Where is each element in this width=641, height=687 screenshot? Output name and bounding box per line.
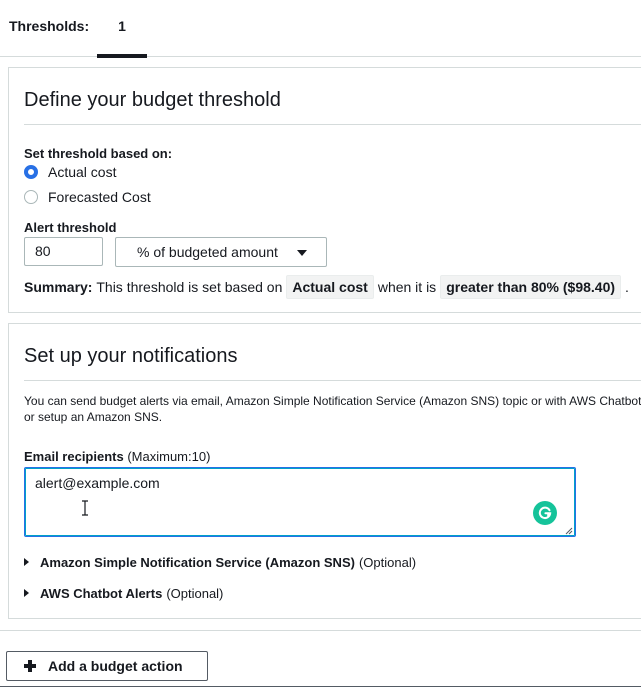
notifications-panel: Set up your notifications You can send b… — [8, 323, 641, 619]
thresholds-label: Thresholds: — [9, 18, 90, 34]
summary-text-2: when it is — [377, 279, 437, 295]
section-divider — [0, 630, 641, 631]
email-recipients-hint: (Maximum:10) — [127, 449, 211, 464]
grammarly-icon[interactable] — [533, 501, 557, 525]
plus-icon — [24, 660, 36, 672]
radio-actual-cost-label: Actual cost — [48, 164, 117, 180]
notifications-panel-title: Set up your notifications — [24, 345, 238, 367]
chatbot-expander-label: AWS Chatbot Alerts — [40, 585, 163, 601]
threshold-panel-divider — [24, 124, 641, 125]
chatbot-expander[interactable]: AWS Chatbot Alerts (Optional) — [24, 583, 223, 603]
notifications-description-line-2: or setup an Amazon SNS. — [24, 410, 163, 424]
resize-handle-icon[interactable] — [565, 527, 573, 535]
summary-text-1: This threshold is set based on — [96, 279, 283, 295]
email-recipients-input[interactable]: alert@example.com — [24, 467, 576, 537]
active-tab-indicator — [97, 54, 147, 58]
threshold-unit-value: % of budgeted amount — [137, 244, 278, 260]
caret-down-icon — [297, 250, 307, 256]
threshold-panel: Define your budget threshold Set thresho… — [8, 67, 641, 313]
notifications-description-line-1: You can send budget alerts via email, Am… — [24, 394, 641, 408]
sns-optional-hint: (Optional) — [358, 554, 417, 570]
alert-threshold-label: Alert threshold — [24, 220, 117, 235]
threshold-summary: Summary: This threshold is set based on … — [24, 274, 629, 300]
expand-triangle-icon — [24, 589, 29, 597]
radio-selected-icon — [24, 165, 38, 179]
expand-triangle-icon — [24, 558, 29, 566]
threshold-panel-title: Define your budget threshold — [24, 89, 281, 111]
tab-threshold-1[interactable]: 1 — [97, 0, 147, 58]
summary-chip-condition: greater than 80% ($98.40) — [440, 275, 622, 299]
radio-actual-cost[interactable]: Actual cost — [24, 162, 116, 182]
based-on-label: Set threshold based on: — [24, 146, 173, 161]
text-cursor-icon — [82, 500, 88, 516]
notifications-panel-divider — [24, 380, 641, 381]
email-recipients-label: Email recipients (Maximum:10) — [24, 449, 210, 464]
summary-chip-basis: Actual cost — [286, 275, 374, 299]
summary-end: . — [625, 279, 629, 295]
threshold-unit-select[interactable]: % of budgeted amount — [115, 237, 327, 267]
threshold-tabs: Thresholds: 1 — [0, 0, 641, 58]
chatbot-optional-hint: (Optional) — [166, 585, 224, 601]
radio-unselected-icon — [24, 190, 38, 204]
add-budget-action-label: Add a budget action — [48, 658, 183, 674]
tab-threshold-1-label: 1 — [118, 18, 126, 34]
email-recipients-title: Email recipients — [24, 449, 124, 464]
radio-forecasted-cost-label: Forecasted Cost — [48, 189, 151, 205]
summary-prefix: Summary: — [24, 279, 93, 295]
sns-expander-label: Amazon Simple Notification Service (Amaz… — [40, 554, 355, 570]
alert-threshold-input[interactable]: 80 — [24, 237, 103, 266]
notifications-description: You can send budget alerts via email, Am… — [24, 393, 641, 425]
add-budget-action-button[interactable]: Add a budget action — [6, 651, 208, 681]
radio-forecasted-cost[interactable]: Forecasted Cost — [24, 187, 151, 207]
sns-expander[interactable]: Amazon Simple Notification Service (Amaz… — [24, 552, 416, 572]
